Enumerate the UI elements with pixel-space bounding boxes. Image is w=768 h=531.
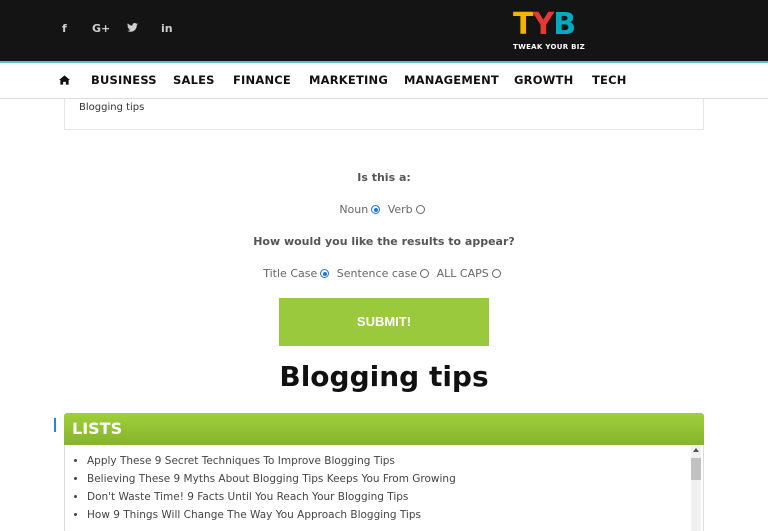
list-scrollbar[interactable]: [691, 445, 701, 531]
question-part-of-speech: Is this a:: [357, 171, 411, 184]
list-item: Apply These 9 Secret Techniques To Impro…: [87, 453, 687, 471]
logo-tagline: TWEAK YOUR BIZ: [513, 43, 586, 51]
submit-button[interactable]: SUBMIT!: [279, 298, 489, 346]
nav-business[interactable]: BUSINESS: [91, 73, 157, 87]
facebook-icon[interactable]: f: [62, 22, 67, 35]
google-plus-icon[interactable]: G+: [92, 22, 110, 35]
radio-noun[interactable]: [371, 205, 381, 214]
main-nav: BUSINESS SALES FINANCE MARKETING MANAGEM…: [0, 63, 768, 99]
top-bar: f G+ in T Y B TWEAK YOUR BIZ: [0, 0, 768, 61]
nav-growth[interactable]: GROWTH: [514, 73, 573, 87]
radio-all-caps[interactable]: [491, 269, 501, 278]
logo-letter-b: B: [553, 7, 576, 42]
results-list: Apply These 9 Secret Techniques To Impro…: [87, 453, 687, 525]
option-all-caps-label: ALL CAPS: [436, 267, 489, 280]
nav-marketing[interactable]: MARKETING: [309, 73, 388, 87]
logo-letter-y: Y: [532, 7, 554, 42]
nav-sales[interactable]: SALES: [173, 73, 215, 87]
scroll-up-arrow-icon[interactable]: [693, 448, 699, 452]
list-item: Don't Waste Time! 9 Facts Until You Reac…: [87, 489, 687, 507]
section-marker: [54, 418, 56, 432]
nav-finance[interactable]: FINANCE: [233, 73, 291, 87]
nav-tech[interactable]: TECH: [592, 73, 627, 87]
option-sentence-case-label: Sentence case: [336, 267, 418, 280]
lists-section-header: LISTS: [64, 413, 704, 445]
logo-letter-t: T: [513, 7, 533, 42]
lists-section-label: LISTS: [72, 419, 123, 438]
scroll-thumb[interactable]: [691, 458, 701, 480]
radio-title-case[interactable]: [320, 269, 330, 278]
radio-sentence-case[interactable]: [420, 269, 430, 278]
option-verb-label: Verb: [387, 203, 413, 216]
option-title-case-label: Title Case: [263, 267, 318, 280]
option-noun-label: Noun: [339, 203, 369, 216]
twitter-icon[interactable]: [127, 22, 138, 35]
keyword-input-value: Blogging tips: [79, 102, 145, 113]
results-title: Blogging tips: [279, 360, 489, 393]
linkedin-icon[interactable]: in: [161, 22, 173, 35]
part-of-speech-options: Noun Verb: [0, 203, 768, 216]
keyword-input[interactable]: Blogging tips: [64, 99, 704, 130]
list-item: How 9 Things Will Change The Way You App…: [87, 507, 687, 525]
logo-mark: T Y B: [513, 9, 589, 41]
home-icon[interactable]: [59, 75, 70, 85]
question-results-format: How would you like the results to appear…: [253, 235, 515, 248]
results-list-box: Apply These 9 Secret Techniques To Impro…: [64, 445, 704, 531]
site-logo[interactable]: T Y B TWEAK YOUR BIZ: [513, 9, 589, 55]
list-item: Believing These 9 Myths About Blogging T…: [87, 471, 687, 489]
radio-verb[interactable]: [415, 205, 425, 214]
case-options: Title Case Sentence case ALL CAPS: [0, 267, 768, 280]
nav-management[interactable]: MANAGEMENT: [404, 73, 499, 87]
